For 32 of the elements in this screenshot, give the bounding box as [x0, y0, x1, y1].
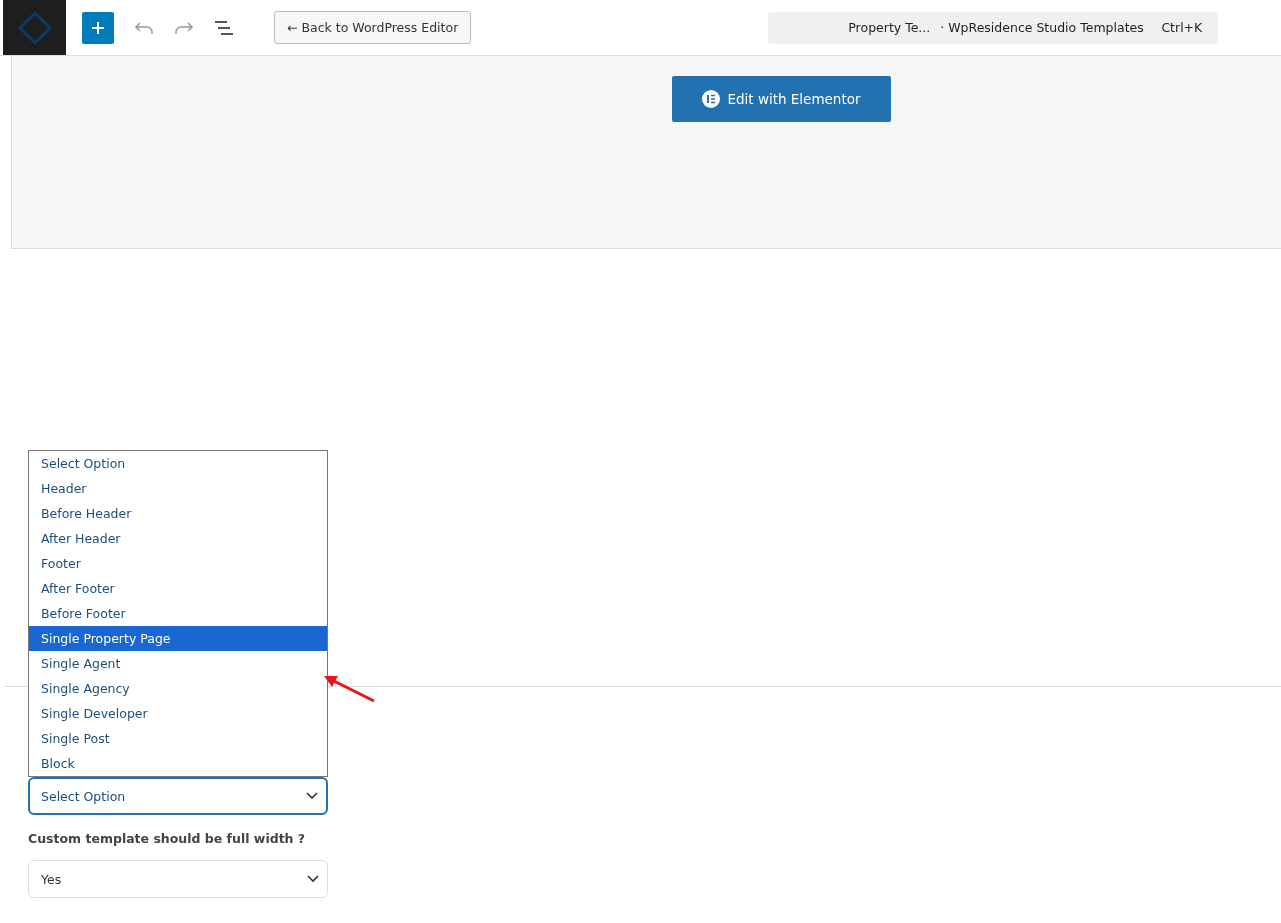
dropdown-option[interactable]: After Footer: [29, 576, 327, 601]
field-label: Custom template should be full width ?: [28, 831, 307, 846]
dropdown-option[interactable]: Before Header: [29, 501, 327, 526]
dropdown-option[interactable]: Single Developer: [29, 701, 327, 726]
elementor-icon: [702, 90, 721, 108]
redo-icon[interactable]: [174, 20, 194, 35]
chevron-down-icon: [307, 875, 319, 883]
plus-icon: [91, 20, 105, 35]
dropdown-option[interactable]: After Header: [29, 526, 327, 551]
command-bar[interactable]: Property Te... · WpResidence Studio Templates Ctrl+K: [768, 11, 1219, 44]
dropdown-option[interactable]: Header: [29, 476, 327, 501]
dropdown-option[interactable]: Single Agency: [29, 676, 327, 701]
dropdown-option[interactable]: Select Option: [29, 451, 327, 476]
dropdown-option[interactable]: Footer: [29, 551, 327, 576]
edit-with-elementor-button[interactable]: Edit with Elementor: [672, 76, 891, 122]
full-width-select[interactable]: Yes: [28, 860, 328, 898]
back-button[interactable]: ← Back to WordPress Editor: [274, 11, 472, 44]
add-block-button[interactable]: [82, 11, 114, 44]
document-title: Property Te...: [848, 20, 931, 35]
template-type-select[interactable]: Select Option: [28, 777, 328, 815]
chevron-down-icon: [306, 792, 318, 800]
diamond-logo-icon: [17, 10, 52, 45]
shortcut-hint: Ctrl+K: [1161, 20, 1203, 35]
dropdown-option[interactable]: Single Property Page: [29, 626, 327, 651]
dropdown-option[interactable]: Before Footer: [29, 601, 327, 626]
site-title: · WpResidence Studio Templates: [940, 20, 1144, 35]
dropdown-option[interactable]: Single Agent: [29, 651, 327, 676]
list-view-icon[interactable]: [214, 19, 234, 36]
dropdown-option[interactable]: Block: [29, 751, 327, 776]
dropdown-option[interactable]: Single Post: [29, 726, 327, 751]
undo-icon[interactable]: [134, 20, 154, 35]
site-logo[interactable]: [3, 0, 66, 55]
